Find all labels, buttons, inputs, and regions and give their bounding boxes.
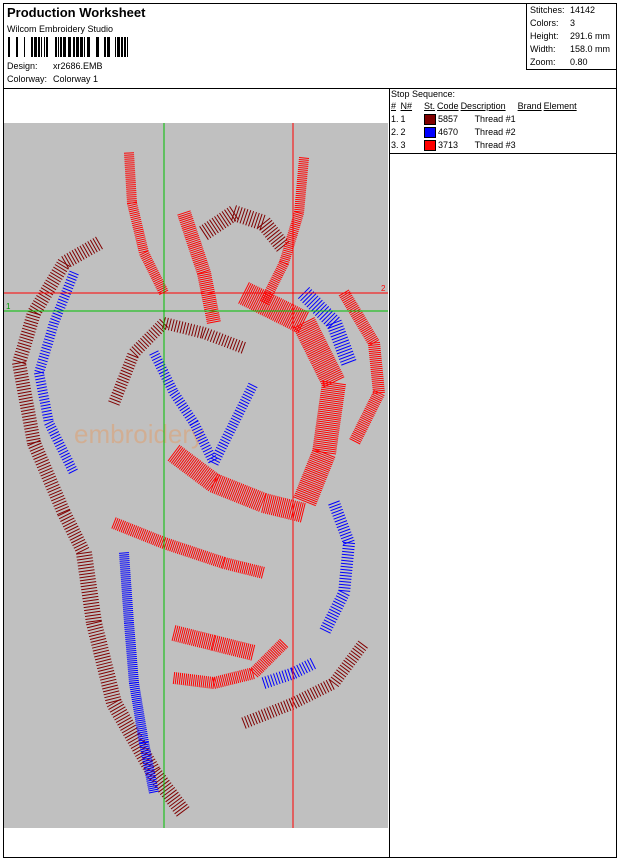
barcode-image — [8, 37, 128, 57]
column-header-element: Element — [543, 101, 577, 111]
color-swatch — [424, 114, 437, 126]
column-header-num: # — [391, 101, 397, 111]
colorway-value: Colorway 1 — [53, 74, 99, 84]
color-swatch — [424, 140, 437, 152]
color-swatch — [424, 127, 437, 139]
stat-stitches: Stitches: 14142 — [530, 5, 596, 15]
stat-height: Height: 291.6 mm — [530, 31, 611, 41]
stop-sequence-box: Stop Sequence: # N# St. Code Description… — [390, 89, 616, 154]
column-header-st: St. — [424, 101, 436, 111]
stat-zoom: Zoom: 0.80 — [530, 57, 588, 67]
column-header-code: Code — [437, 101, 459, 111]
design-label: Design: — [7, 61, 38, 71]
guide-marker-1: 1 — [6, 302, 11, 311]
stat-colors: Colors: 3 — [530, 18, 576, 28]
embroidery-design-image: embroidery 1 2 — [4, 123, 388, 828]
design-row: Design: xr2686.EMB — [7, 61, 103, 71]
software-name: Wilcom Embroidery Studio — [7, 24, 114, 34]
design-preview-panel: embroidery 1 2 — [4, 89, 390, 857]
design-value: xr2686.EMB — [53, 61, 103, 71]
stop-sequence-panel: Stop Sequence: # N# St. Code Description… — [390, 89, 616, 154]
stat-width: Width: 158.0 mm — [530, 44, 611, 54]
column-header-brand: Brand — [517, 101, 542, 111]
colorway-row: Colorway: Colorway 1 — [7, 74, 98, 84]
guide-marker-2: 2 — [381, 284, 386, 293]
colorway-label: Colorway: — [7, 74, 48, 84]
page-title: Production Worksheet — [7, 5, 146, 20]
column-header-description: Description — [460, 101, 506, 111]
worksheet-header: Production Worksheet Wilcom Embroidery S… — [4, 4, 617, 89]
stop-sequence-title: Stop Sequence: — [391, 89, 456, 99]
table-row: 3. 3 3713 Thread #3 — [391, 140, 516, 152]
table-row: 1. 1 5857 Thread #1 — [391, 114, 516, 126]
worksheet: Production Worksheet Wilcom Embroidery S… — [3, 3, 617, 858]
design-stats: Stitches: 14142 Colors: 3 Height: 291.6 mm … — [526, 4, 617, 70]
table-header-row: # N# St. Code Description Brand Element — [391, 100, 579, 113]
column-header-n: N# — [400, 101, 413, 111]
stop-sequence-table: # N# St. Code Description Brand Element … — [391, 100, 579, 152]
table-row: 2. 2 4670 Thread #2 — [391, 127, 516, 139]
embroidery-stitches — [12, 152, 385, 817]
watermark-text: embroidery — [74, 419, 204, 449]
